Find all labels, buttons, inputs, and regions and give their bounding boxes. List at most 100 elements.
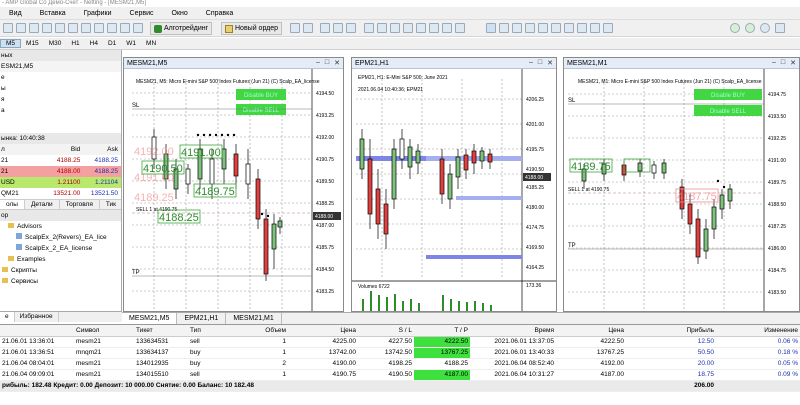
col-type[interactable]: Тип xyxy=(188,325,232,337)
autoscroll-icon[interactable] xyxy=(403,23,413,33)
col-time[interactable] xyxy=(0,325,74,337)
chart-window-epm21-h1[interactable]: EPM21,H1 – □ ✕ EPM21, H1: E-Mini S&P 500: … xyxy=(351,57,557,312)
tester-icon[interactable] xyxy=(81,23,91,33)
bar-chart-icon[interactable] xyxy=(320,23,330,33)
text-tool-icon[interactable] xyxy=(577,23,587,33)
tf-d1[interactable]: D1 xyxy=(103,40,121,47)
col-symbol[interactable]: Символ xyxy=(74,325,134,337)
candles-icon[interactable] xyxy=(333,23,343,33)
col-change[interactable]: Изменение xyxy=(716,325,800,337)
minimize-icon[interactable]: – xyxy=(529,59,533,67)
zoom-out-icon[interactable] xyxy=(377,23,387,33)
chart-window-mesm21-m1[interactable]: MESM21,M1 – □ ✕ MESM21, M1: Micro E-mini S… xyxy=(563,57,800,312)
new-chart-icon[interactable] xyxy=(3,23,13,33)
menu-tools[interactable]: Сервис xyxy=(121,10,163,17)
maximize-icon[interactable]: □ xyxy=(781,59,785,67)
cursor-icon[interactable] xyxy=(486,23,496,33)
channel-icon[interactable] xyxy=(551,23,561,33)
tf-m30[interactable]: M30 xyxy=(44,40,67,47)
col-ticket[interactable]: Тикет xyxy=(134,325,188,337)
col-tp[interactable]: T / P xyxy=(414,325,470,337)
maximize-icon[interactable]: □ xyxy=(538,59,542,67)
metaeditor-icon[interactable] xyxy=(107,23,117,33)
col-close-time[interactable]: Время xyxy=(470,325,556,337)
close-icon[interactable]: ✕ xyxy=(334,59,340,67)
menu-help[interactable]: Справка xyxy=(197,10,242,17)
chart-canvas[interactable]: MESM21, M1: Micro E-mini S&P 500 Index F… xyxy=(564,69,800,312)
algo-trading-button[interactable]: Алготрейдинг xyxy=(150,22,213,35)
data-window-icon[interactable] xyxy=(42,23,52,33)
tab-common[interactable]: е xyxy=(0,312,15,322)
zoom-in-icon[interactable] xyxy=(364,23,374,33)
tab-ticks[interactable]: Тик xyxy=(100,200,121,209)
menu-charts[interactable]: Графики xyxy=(75,10,121,17)
tab-trading[interactable]: Торговля xyxy=(60,200,100,209)
shapes-icon[interactable] xyxy=(590,23,600,33)
indicators-icon[interactable] xyxy=(429,23,439,33)
search-icon[interactable] xyxy=(775,23,785,33)
crosshair-icon[interactable] xyxy=(499,23,509,33)
tf-mn[interactable]: MN xyxy=(141,40,161,47)
chart-shift-icon[interactable] xyxy=(416,23,426,33)
market-watch-row[interactable]: USD 1.21100 1.21104 xyxy=(0,177,121,188)
market-watch-row[interactable]: 21 4188.00 4188.25 xyxy=(0,166,121,177)
nav-scripts[interactable]: Скрипты xyxy=(0,265,121,276)
horizontal-line-icon[interactable] xyxy=(525,23,535,33)
tab-details[interactable]: Детали xyxy=(25,200,60,209)
tf-h4[interactable]: H4 xyxy=(85,40,103,47)
buy-icon[interactable] xyxy=(290,23,300,33)
table-row[interactable]: 21.06.01 13:36:51 mnqm21 133634137 buy 1 1374… xyxy=(0,347,800,359)
nav-ea[interactable]: ScalpEx_2(Revers)_EA_lice xyxy=(0,232,121,243)
col-symbol[interactable]: л xyxy=(0,144,46,155)
arrows-icon[interactable] xyxy=(603,23,613,33)
trading-icon[interactable] xyxy=(133,23,143,33)
toolbox-icon[interactable] xyxy=(68,23,78,33)
tab-favorites[interactable]: Избранное xyxy=(15,312,59,322)
navigator-icon[interactable] xyxy=(55,23,65,33)
vps-icon[interactable] xyxy=(745,23,755,33)
table-row[interactable]: 21.06.04 08:04:01 mesm21 134012935 buy 2 4190… xyxy=(0,358,800,370)
user-icon[interactable] xyxy=(760,23,770,33)
periods-icon[interactable] xyxy=(455,23,465,33)
profiles-icon[interactable] xyxy=(16,23,26,33)
chart-tab[interactable]: EPM21,H1 xyxy=(177,313,227,324)
col-bid[interactable]: Bid xyxy=(46,144,84,155)
table-row[interactable]: 21.06.04 09:09:01 mesm21 134015510 sell 1 419… xyxy=(0,369,800,381)
templates-icon[interactable] xyxy=(442,23,452,33)
chart-tab[interactable]: MESM21,M1 xyxy=(226,313,282,324)
menu-view[interactable]: Вид xyxy=(0,10,31,17)
vertical-line-icon[interactable] xyxy=(512,23,522,33)
minimize-icon[interactable]: – xyxy=(772,59,776,67)
tab-symbols[interactable]: олы xyxy=(0,200,25,209)
market-watch-icon[interactable] xyxy=(29,23,39,33)
nav-examples[interactable]: Examples xyxy=(0,254,121,265)
col-price[interactable]: Цена xyxy=(288,325,358,337)
market-watch-row[interactable]: QM21 13521.00 13521.50 xyxy=(0,188,121,199)
table-row[interactable]: 21.06.01 13:36:01 mesm21 133634531 sell 1 422… xyxy=(0,336,800,348)
chart-canvas[interactable]: EPM21, H1: E-Mini S&P 500: June 2021 202… xyxy=(352,69,557,312)
terminal-icon[interactable] xyxy=(94,23,104,33)
sell-icon[interactable] xyxy=(303,23,313,33)
nav-services[interactable]: Сервисы xyxy=(0,276,121,287)
tf-h1[interactable]: H1 xyxy=(66,40,84,47)
col-profit[interactable]: Прибыль xyxy=(626,325,716,337)
nav-ea[interactable]: ScalpEx_2_EA_license xyxy=(0,243,121,254)
tile-windows-icon[interactable] xyxy=(390,23,400,33)
menu-insert[interactable]: Вставка xyxy=(31,10,75,17)
nav-advisors[interactable]: Advisors xyxy=(0,221,121,232)
options-icon[interactable] xyxy=(120,23,130,33)
col-volume[interactable]: Объем xyxy=(232,325,288,337)
chart-tab[interactable]: MESM21,M5 xyxy=(122,313,178,324)
minimize-icon[interactable]: – xyxy=(316,59,320,67)
menu-window[interactable]: Окно xyxy=(163,10,197,17)
signal-icon[interactable] xyxy=(730,23,740,33)
chart-canvas[interactable]: MESM21, M5: Micro E-mini S&P 500 Index F… xyxy=(124,69,344,312)
chart-window-mesm21-m5[interactable]: MESM21,M5 – □ ✕ MESM21, M5: Micro E-mini S… xyxy=(123,57,344,312)
trendline-icon[interactable] xyxy=(538,23,548,33)
market-watch-row[interactable]: 21 4188.25 4188.25 xyxy=(0,155,121,166)
close-icon[interactable]: ✕ xyxy=(790,59,796,67)
tf-m15[interactable]: M15 xyxy=(21,40,44,47)
col-ask[interactable]: Ask xyxy=(83,144,121,155)
col-close-price[interactable]: Цена xyxy=(556,325,626,337)
fibonacci-icon[interactable] xyxy=(564,23,574,33)
